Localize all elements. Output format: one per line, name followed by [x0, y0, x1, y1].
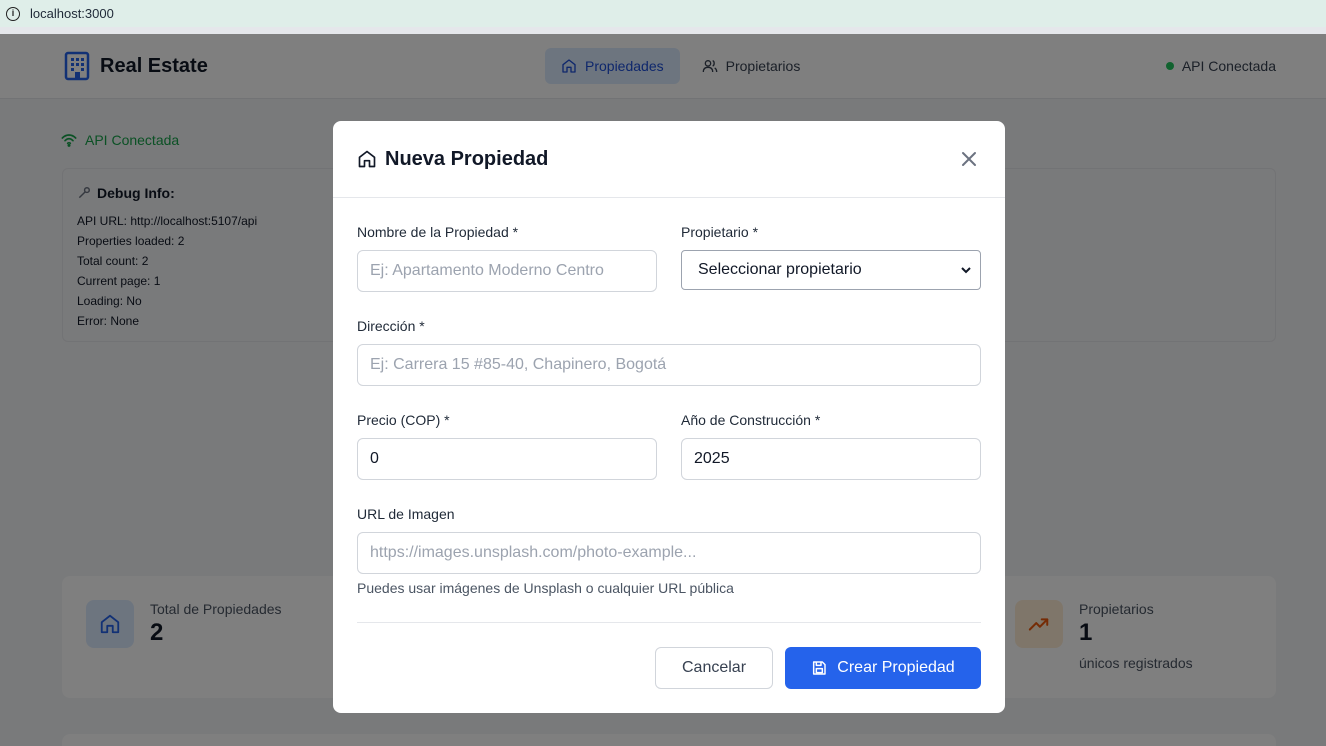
owner-select-value: Seleccionar propietario	[698, 261, 862, 278]
image-url-input[interactable]	[357, 532, 981, 574]
address-input[interactable]	[357, 344, 981, 386]
browser-url[interactable]: localhost:3000	[30, 6, 114, 21]
modal-divider	[357, 622, 981, 623]
price-input[interactable]	[357, 438, 657, 480]
browser-address-bar[interactable]: i localhost:3000	[0, 0, 1326, 27]
browser-divider	[0, 27, 1326, 34]
price-label: Precio (COP) *	[357, 412, 450, 428]
image-url-hint: Puedes usar imágenes de Unsplash o cualq…	[357, 580, 734, 596]
modal-title: Nueva Propiedad	[385, 147, 549, 170]
home-icon	[358, 150, 376, 168]
owner-select[interactable]: Seleccionar propietario	[681, 250, 981, 290]
close-icon[interactable]	[959, 149, 979, 169]
year-input[interactable]	[681, 438, 981, 480]
image-url-label: URL de Imagen	[357, 506, 455, 522]
address-label: Dirección *	[357, 318, 425, 334]
create-button-label: Crear Propiedad	[837, 659, 955, 676]
cancel-button[interactable]: Cancelar	[655, 647, 773, 689]
chevron-down-icon	[961, 267, 971, 274]
owner-label: Propietario *	[681, 224, 759, 240]
year-label: Año de Construcción *	[681, 412, 821, 428]
info-icon[interactable]: i	[6, 6, 20, 21]
create-property-button[interactable]: Crear Propiedad	[785, 647, 981, 689]
property-name-input[interactable]	[357, 250, 657, 292]
new-property-modal: Nueva Propiedad Nombre de la Propiedad *…	[333, 121, 1005, 713]
modal-header: Nueva Propiedad	[333, 121, 1005, 198]
save-icon	[813, 661, 827, 675]
name-label: Nombre de la Propiedad *	[357, 224, 519, 240]
